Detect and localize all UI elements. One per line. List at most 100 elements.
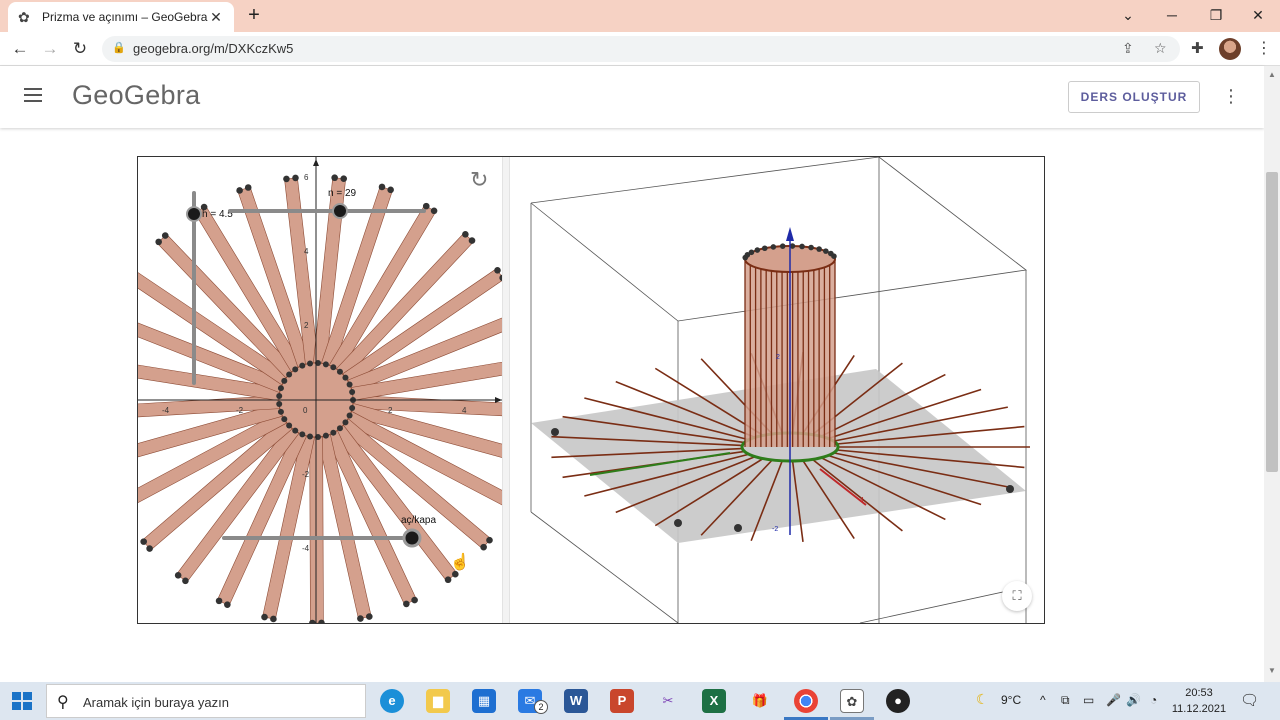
- net-vertex: [430, 207, 438, 215]
- prism-top-vertex: [770, 244, 777, 250]
- view-divider[interactable]: [502, 157, 510, 623]
- close-tab-icon[interactable]: ✕: [208, 9, 224, 26]
- base-vertex: [276, 401, 283, 408]
- prism-top-vertex: [748, 249, 755, 256]
- powerpoint-icon[interactable]: P: [610, 689, 634, 713]
- y-tick-label: 4: [304, 247, 309, 256]
- weather-temp[interactable]: 9°C: [1001, 693, 1021, 707]
- tab-search-chevron-icon[interactable]: ⌄: [1106, 0, 1150, 32]
- graphics-view-2d[interactable]: -4 -2 0 2 4 6 4 2 -2 -4 h = 4.5 n = 29 a…: [138, 157, 502, 623]
- notifications-icon[interactable]: 🗨: [1240, 691, 1259, 709]
- taskbar-search-box[interactable]: ⚲ Aramak için buraya yazın: [46, 684, 366, 718]
- microphone-icon[interactable]: 🎤: [1106, 693, 1121, 707]
- forward-arrow-icon[interactable]: →: [38, 37, 62, 61]
- search-icon: ⚲: [57, 694, 69, 711]
- scroll-up-arrow-icon[interactable]: ▲: [1268, 70, 1276, 79]
- net-vertex: [155, 238, 162, 246]
- hand-cursor-icon: ☝: [450, 552, 470, 571]
- create-lesson-button[interactable]: DERS OLUŞTUR: [1068, 81, 1200, 113]
- more-options-icon[interactable]: ⋮: [1222, 86, 1240, 107]
- browser-tab[interactable]: ✿ Prizma ve açınımı – GeoGebra ✕: [8, 2, 234, 32]
- prism-top-vertex: [831, 253, 837, 260]
- x-tick-label: -4: [162, 406, 170, 415]
- reset-construction-icon[interactable]: ↻: [470, 167, 488, 193]
- weather-moon-icon[interactable]: ☾: [976, 691, 989, 708]
- scroll-down-arrow-icon[interactable]: ▼: [1268, 666, 1276, 675]
- base-vertex: [346, 381, 353, 388]
- profile-avatar[interactable]: [1219, 38, 1241, 60]
- base-vertex: [307, 433, 314, 440]
- net-vertex: [182, 577, 189, 585]
- net-vertex: [387, 186, 394, 194]
- base-vertex: [342, 419, 349, 426]
- reload-icon[interactable]: ↻: [68, 37, 92, 61]
- tab-title: Prizma ve açınımı – GeoGebra: [42, 10, 208, 24]
- graphics-view-3d[interactable]: 4 2 -2: [510, 157, 1044, 623]
- base-vertex: [330, 364, 337, 371]
- net-vertex: [174, 572, 182, 579]
- new-tab-button[interactable]: +: [244, 4, 264, 28]
- base-vertex: [336, 425, 343, 432]
- url-text[interactable]: geogebra.org/m/DXKczKw5: [133, 41, 293, 56]
- prism-top-vertex: [779, 243, 786, 249]
- browser-menu-icon[interactable]: ⋮: [1256, 38, 1272, 58]
- close-window-button[interactable]: ✕: [1236, 0, 1280, 32]
- geogebra-app-icon[interactable]: ✿: [840, 689, 864, 713]
- x-tick-label: 0: [303, 406, 308, 415]
- share-icon[interactable]: ⇪: [1122, 40, 1134, 57]
- geogebra-applet[interactable]: -4 -2 0 2 4 6 4 2 -2 -4 h = 4.5 n = 29 a…: [137, 156, 1045, 624]
- base-vertex: [342, 374, 349, 381]
- base-vertex: [286, 422, 293, 429]
- prism-top-vertex: [761, 245, 768, 252]
- word-icon[interactable]: W: [564, 689, 588, 713]
- gift-icon[interactable]: 🎁: [748, 689, 772, 713]
- hamburger-menu-icon[interactable]: [24, 88, 42, 102]
- prism-top-vertex: [808, 244, 814, 251]
- tray-chevron-icon[interactable]: ^: [1040, 693, 1046, 707]
- net-vertex: [146, 545, 153, 552]
- obs-icon[interactable]: ●: [886, 689, 910, 713]
- windows-start-icon[interactable]: [12, 692, 32, 710]
- excel-icon[interactable]: X: [702, 689, 726, 713]
- face-vertex: [1006, 485, 1014, 493]
- back-arrow-icon[interactable]: ←: [8, 37, 32, 61]
- volume-icon[interactable]: 🔊: [1126, 693, 1141, 707]
- n-slider-label: n = 29: [328, 188, 357, 199]
- net-vertex: [494, 267, 501, 274]
- y-tick-label: 2: [304, 321, 309, 330]
- bookmark-star-icon[interactable]: ☆: [1154, 40, 1167, 57]
- prism-top-vertex: [754, 247, 761, 253]
- taskbar-clock[interactable]: 20:53 11.12.2021: [1168, 685, 1230, 717]
- minimize-button[interactable]: ─: [1150, 0, 1194, 32]
- base-vertex: [299, 362, 306, 369]
- net-vertex: [462, 231, 469, 238]
- page-scrollbar[interactable]: ▲ ▼: [1264, 66, 1280, 682]
- extensions-puzzle-icon[interactable]: ✚: [1191, 39, 1204, 57]
- restore-button[interactable]: ❐: [1194, 0, 1238, 32]
- toggle-slider-handle[interactable]: [402, 528, 422, 548]
- base-vertex: [322, 361, 329, 368]
- chrome-icon[interactable]: [794, 689, 818, 713]
- base-vertex: [349, 404, 356, 411]
- y-axis-arrow-icon: [313, 159, 319, 166]
- store-icon[interactable]: ▦: [472, 689, 496, 713]
- base-vertex: [299, 431, 306, 438]
- snipping-icon[interactable]: ✂: [656, 689, 680, 713]
- geogebra-logo[interactable]: GeoGebra: [72, 80, 200, 111]
- wifi-icon[interactable]: ◔: [1150, 693, 1157, 707]
- net-vertex: [215, 597, 223, 605]
- tray-app-icon[interactable]: ⧉: [1061, 693, 1070, 708]
- file-explorer-icon[interactable]: ▆: [426, 689, 450, 713]
- net-vertex: [444, 576, 452, 584]
- lock-icon: 🔒: [112, 42, 126, 54]
- battery-icon[interactable]: ▭: [1083, 693, 1094, 707]
- fullscreen-icon[interactable]: ⛶: [1002, 581, 1032, 611]
- h-slider-handle[interactable]: [186, 206, 202, 222]
- base-vertex: [276, 392, 283, 399]
- address-bar[interactable]: 🔒 geogebra.org/m/DXKczKw5 ⇪ ☆: [102, 36, 1180, 62]
- net-vertex: [270, 615, 277, 623]
- n-slider-handle[interactable]: [332, 203, 348, 219]
- net-vertex: [236, 187, 243, 194]
- scrollbar-thumb[interactable]: [1266, 172, 1278, 472]
- edge-icon[interactable]: e: [380, 689, 404, 713]
